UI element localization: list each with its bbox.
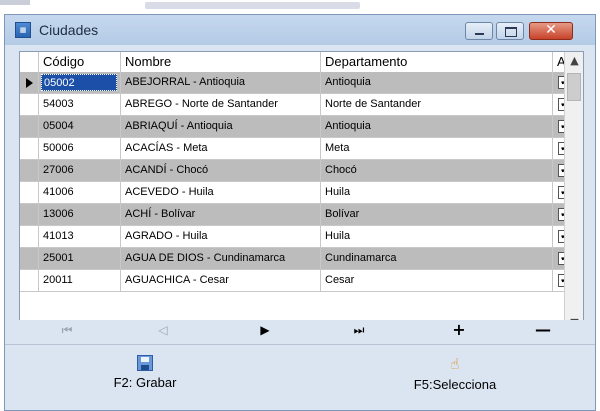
last-record-icon[interactable]: ⏭ xyxy=(349,323,369,339)
cell-codigo[interactable]: 20011 xyxy=(39,270,121,291)
cell-departamento[interactable]: Meta xyxy=(321,138,553,159)
row-indicator[interactable] xyxy=(20,204,39,225)
row-indicator[interactable] xyxy=(20,270,39,291)
cell-nombre[interactable]: ACANDÍ - Chocó xyxy=(121,160,321,181)
cell-codigo-text: 05002 xyxy=(41,74,117,91)
floppy-disk-icon xyxy=(137,355,153,371)
save-button-label: F2: Grabar xyxy=(113,375,177,390)
table-row[interactable]: 25001 AGUA DE DIOS - Cundinamarca Cundinam… xyxy=(20,248,571,270)
cell-departamento[interactable]: Antioquia xyxy=(321,116,553,137)
select-button-label: F5:Selecciona xyxy=(413,377,497,392)
close-button[interactable]: ✕ xyxy=(529,22,573,40)
window-title: Ciudades xyxy=(39,22,99,38)
maximize-button[interactable] xyxy=(496,22,524,40)
delete-record-icon[interactable]: — xyxy=(533,320,553,339)
cell-nombre[interactable]: ACACÍAS - Meta xyxy=(121,138,321,159)
cell-codigo[interactable]: 25001 xyxy=(39,248,121,269)
row-indicator[interactable] xyxy=(20,138,39,159)
save-button[interactable]: F2: Grabar xyxy=(85,355,205,405)
cell-codigo-text: 25001 xyxy=(43,252,74,264)
table-row[interactable]: 41013AGRADO - HuilaHuila✔ xyxy=(20,226,571,248)
cell-departamento[interactable]: Cesar xyxy=(321,270,553,291)
cell-departamento[interactable]: Cundinamarca xyxy=(321,248,553,269)
cell-nombre[interactable]: ABEJORRAL - Antioquia xyxy=(121,72,321,93)
table-row[interactable]: 13006ACHÍ - BolívarBolívar✔ xyxy=(20,204,571,226)
cell-codigo[interactable]: 50006 xyxy=(39,138,121,159)
select-button[interactable]: ☝ F5:Selecciona xyxy=(395,355,515,405)
cell-codigo-text: 20011 xyxy=(43,274,73,286)
cell-codigo-text: 54003 xyxy=(43,98,74,110)
table-row[interactable]: 50006ACACÍAS - MetaMeta✔ xyxy=(20,138,571,160)
column-header-codigo[interactable]: Código xyxy=(39,52,121,72)
cell-codigo-text: 27006 xyxy=(43,164,74,176)
row-indicator[interactable] xyxy=(20,94,39,115)
cell-codigo-text: 05004 xyxy=(43,120,74,132)
row-indicator[interactable] xyxy=(20,226,39,247)
scroll-thumb[interactable] xyxy=(567,73,581,101)
cell-codigo[interactable]: 13006 xyxy=(39,204,121,225)
background-title-fragment xyxy=(145,2,360,9)
scroll-up-icon[interactable]: ▲ xyxy=(565,54,583,70)
row-indicator[interactable] xyxy=(20,248,39,269)
row-indicator[interactable] xyxy=(20,160,39,181)
table-row[interactable]: 54003 ABREGO - Norte de Santander Norte de… xyxy=(20,94,571,116)
cell-codigo[interactable]: 54003 xyxy=(39,94,121,115)
title-bar[interactable]: ▦ Ciudades ✕ xyxy=(5,15,595,45)
cell-codigo[interactable]: 41013 xyxy=(39,226,121,247)
table-row[interactable]: 41006ACEVEDO - HuilaHuila✔ xyxy=(20,182,571,204)
close-icon: ✕ xyxy=(545,22,557,38)
cell-departamento[interactable]: Bolívar xyxy=(321,204,553,225)
cell-codigo-text: 41006 xyxy=(43,186,74,198)
cell-codigo-text: 13006 xyxy=(43,208,74,220)
cell-departamento[interactable]: Norte de Santander xyxy=(321,94,553,115)
row-indicator-header xyxy=(20,52,39,72)
row-indicator[interactable] xyxy=(20,72,39,93)
cell-nombre[interactable]: ACEVEDO - Huila xyxy=(121,182,321,203)
background-toolbar-fragment xyxy=(0,0,30,5)
cell-departamento[interactable]: Huila xyxy=(321,226,553,247)
next-record-icon[interactable]: ▶ xyxy=(255,323,275,339)
cell-nombre[interactable]: AGUACHICA - Cesar xyxy=(121,270,321,291)
minimize-icon xyxy=(475,33,484,35)
row-indicator[interactable] xyxy=(20,116,39,137)
cell-codigo[interactable]: 05004 xyxy=(39,116,121,137)
cell-departamento[interactable]: Antioquia xyxy=(321,72,553,93)
column-header-departamento[interactable]: Departamento xyxy=(321,52,553,72)
table-row[interactable]: 20011AGUACHICA - CesarCesar✔ xyxy=(20,270,571,292)
cell-codigo[interactable]: 41006 xyxy=(39,182,121,203)
cell-nombre[interactable]: ACHÍ - Bolívar xyxy=(121,204,321,225)
record-navigator: ⏮ ◁ ▶ ⏭ + — xyxy=(19,320,584,342)
first-record-icon[interactable]: ⏮ xyxy=(57,323,77,339)
table-row[interactable]: 27006ACANDÍ - ChocóChocó✔ xyxy=(20,160,571,182)
maximize-icon xyxy=(505,27,517,37)
column-header-nombre[interactable]: Nombre xyxy=(121,52,321,72)
current-row-pointer-icon xyxy=(26,78,33,88)
grid-header: Código Nombre Departamento Ac xyxy=(20,52,583,73)
cell-codigo-text: 41013 xyxy=(43,230,74,242)
cell-codigo-text: 50006 xyxy=(43,142,74,154)
ciudades-window: ▦ Ciudades ✕ Código Nombre Departamento … xyxy=(4,14,596,411)
cell-nombre[interactable]: AGUA DE DIOS - Cundinamarca xyxy=(121,248,321,269)
cell-nombre[interactable]: ABREGO - Norte de Santander xyxy=(121,94,321,115)
cell-nombre[interactable]: ABRIAQUÍ - Antioquia xyxy=(121,116,321,137)
add-record-icon[interactable]: + xyxy=(449,320,469,339)
cell-departamento[interactable]: Huila xyxy=(321,182,553,203)
hand-pointer-icon: ☝ xyxy=(450,355,460,373)
row-indicator[interactable] xyxy=(20,182,39,203)
cities-grid[interactable]: Código Nombre Departamento Ac 05002ABEJO… xyxy=(19,51,584,335)
vertical-scrollbar[interactable]: ▲ ▼ xyxy=(564,52,583,334)
minimize-button[interactable] xyxy=(465,22,493,40)
cell-codigo[interactable]: 27006 xyxy=(39,160,121,181)
previous-record-icon[interactable]: ◁ xyxy=(153,323,173,339)
cell-departamento[interactable]: Chocó xyxy=(321,160,553,181)
city-app-icon: ▦ xyxy=(15,22,31,38)
divider xyxy=(5,344,595,345)
table-row[interactable]: 05004ABRIAQUÍ - AntioquiaAntioquia✔ xyxy=(20,116,571,138)
cell-codigo[interactable]: 05002 xyxy=(39,72,121,93)
cell-nombre[interactable]: AGRADO - Huila xyxy=(121,226,321,247)
table-row[interactable]: 05002ABEJORRAL - AntioquiaAntioquia✔ xyxy=(20,72,571,94)
background-window-strip xyxy=(0,0,600,14)
